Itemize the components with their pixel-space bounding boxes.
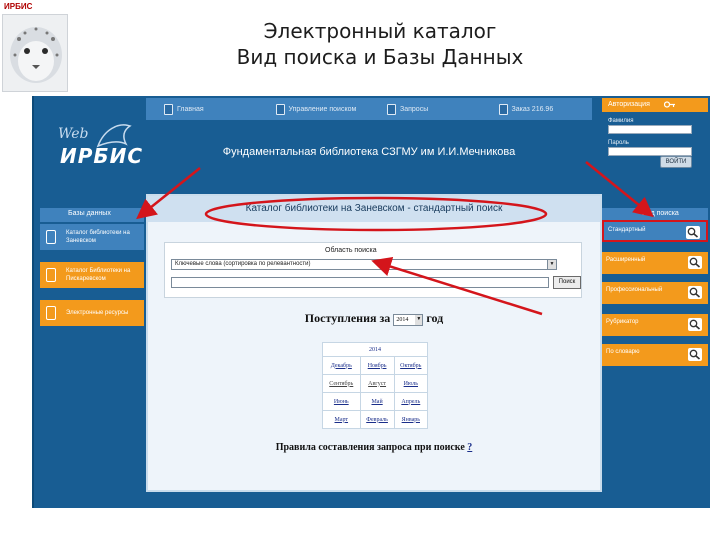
search-type-extended[interactable]: Расширенный — [602, 252, 708, 274]
year-header: 2014 — [322, 342, 428, 357]
search-type-professional[interactable]: Профессиональный — [602, 282, 708, 304]
nav-item-label: Главная — [177, 105, 204, 113]
search-type-rubricator[interactable]: Рубрикатор — [602, 314, 708, 336]
queries-icon — [387, 103, 396, 115]
month-link[interactable]: Май — [359, 392, 395, 411]
web-word: Web — [58, 126, 89, 142]
arrivals-suffix: год — [426, 311, 444, 325]
month-link[interactable]: Август — [359, 374, 395, 393]
search-settings-icon — [275, 103, 285, 115]
login-field[interactable] — [608, 125, 692, 134]
query-rules-text: Правила составления запроса при поиске — [275, 442, 465, 453]
arrivals-line: Поступления за 2014 ▼ год — [148, 311, 600, 326]
top-nav-bar: Главная Управление поиском Запросы Заказ… — [146, 98, 592, 120]
nav-item-label: Управление поиском — [288, 105, 357, 113]
login-button[interactable]: ВОЙТИ — [660, 156, 692, 168]
db-item-label: Каталог Библиотеки на Пискаревском — [66, 268, 131, 282]
query-rules: Правила составления запроса при поиске ? — [148, 442, 600, 453]
month-link[interactable]: Декабрь — [322, 356, 361, 375]
webirbis-screenshot: Главная Управление поиском Запросы Заказ… — [32, 96, 710, 508]
magnifier-icon — [688, 286, 702, 299]
catalog-header: Каталог библиотеки на Заневском - станда… — [148, 196, 600, 222]
slide-title-line1: Электронный каталог — [263, 19, 497, 43]
web-irbis-logo: Web ИРБИС — [58, 120, 142, 176]
magnifier-icon — [686, 226, 700, 239]
magnifier-icon — [688, 348, 702, 361]
month-link[interactable]: Март — [322, 410, 361, 429]
db-item-label: Электронные ресурсы — [66, 310, 129, 316]
search-input[interactable] — [171, 277, 549, 288]
nav-item-order[interactable]: Заказ 216.96 — [481, 103, 593, 115]
month-link[interactable]: Февраль — [359, 410, 395, 429]
search-type-label: Расширенный — [606, 257, 646, 263]
search-form: Область поиска Ключевые слова (сортировк… — [164, 242, 582, 298]
year-select[interactable]: 2014 ▼ — [393, 314, 424, 326]
password-label: Пароль — [608, 140, 629, 146]
search-type-label: Рубрикатор — [606, 319, 639, 325]
nav-item-queries[interactable]: Запросы — [369, 103, 481, 115]
auth-title: Авторизация — [608, 101, 650, 108]
arrivals-label: Поступления за — [304, 311, 391, 325]
search-type-label: Профессиональный — [606, 287, 663, 293]
months-table: 2014 Декабрь Ноябрь Октябрь Сентябрь Авг… — [322, 342, 429, 429]
db-item-piskarevsky[interactable]: Каталог Библиотеки на Пискаревском — [40, 262, 144, 288]
nav-item-label: Заказ 216.96 — [511, 105, 554, 113]
slide-title: Электронный каталог Вид поиска и Базы Да… — [160, 18, 600, 70]
db-item-label: Каталог библиотеки на Заневском — [66, 230, 130, 244]
month-link[interactable]: Июнь — [322, 392, 361, 411]
search-type-label: Стандартный — [608, 227, 646, 233]
month-link[interactable]: Сентябрь — [322, 374, 361, 393]
search-type-label: По словарю — [606, 349, 640, 355]
month-link[interactable]: Ноябрь — [359, 356, 395, 375]
snow-leopard-logo — [2, 14, 68, 92]
slide-title-line2: Вид поиска и Базы Данных — [236, 45, 524, 69]
database-icon — [46, 268, 56, 282]
search-button[interactable]: Поиск — [553, 276, 581, 289]
login-label: Фамилия — [608, 118, 634, 124]
year-value: 2014 — [396, 317, 409, 323]
database-icon — [46, 306, 56, 320]
auth-header: Авторизация — [602, 98, 708, 112]
chevron-down-icon: ▼ — [415, 315, 423, 325]
nav-item-label: Запросы — [400, 105, 429, 113]
month-link[interactable]: Апрель — [393, 392, 429, 411]
leopard-silhouette-icon — [96, 124, 132, 148]
db-item-zanevsky[interactable]: Каталог библиотеки на Заневском — [40, 224, 144, 250]
search-area-value: Ключевые слова (сортировка по релевантно… — [175, 261, 311, 267]
irbis-logo-text: ИРБИС — [4, 2, 33, 11]
magnifier-icon — [688, 256, 702, 269]
search-type-standard[interactable]: Стандартный — [602, 220, 708, 242]
db-item-electronic[interactable]: Электронные ресурсы — [40, 300, 144, 326]
key-icon — [664, 101, 675, 108]
auth-panel: Авторизация Фамилия Пароль ВОЙТИ — [602, 98, 708, 180]
search-area-label: Область поиска — [325, 247, 377, 254]
month-link[interactable]: Январь — [393, 410, 429, 429]
catalog-panel: Каталог библиотеки на Заневском - станда… — [146, 194, 602, 492]
library-title: Фундаментальная библиотека СЗГМУ им И.И.… — [222, 146, 516, 158]
search-area-select[interactable]: Ключевые слова (сортировка по релевантно… — [171, 259, 557, 270]
magnifier-icon — [688, 318, 702, 331]
home-icon — [164, 103, 173, 115]
chevron-down-icon: ▼ — [547, 260, 556, 269]
query-rules-link[interactable]: ? — [467, 442, 472, 453]
search-type-dictionary[interactable]: По словарю — [602, 344, 708, 366]
database-icon — [46, 230, 56, 244]
month-link[interactable]: Июль — [393, 374, 429, 393]
month-link[interactable]: Октябрь — [393, 356, 429, 375]
order-icon — [498, 103, 508, 115]
nav-item-home[interactable]: Главная — [146, 103, 258, 115]
databases-header: Базы данных — [40, 208, 144, 222]
nav-item-search-settings[interactable]: Управление поиском — [258, 103, 370, 115]
password-field[interactable] — [608, 147, 692, 156]
